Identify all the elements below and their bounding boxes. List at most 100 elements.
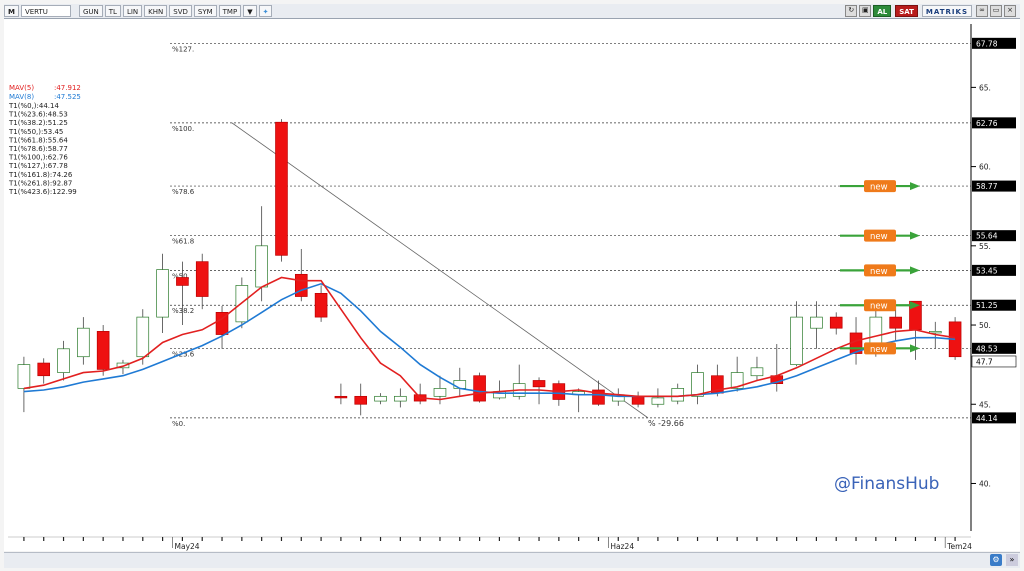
fib-legend-line: T1(%127,):67.78 <box>8 162 68 170</box>
candle-body[interactable] <box>691 372 704 397</box>
fib-legend-line: T1(%38.2):51.25 <box>8 119 68 127</box>
fib-price-box-label: 62.76 <box>976 119 998 128</box>
brand-label: MATRIKS <box>921 5 972 17</box>
toolbar-button-tmp[interactable]: TMP <box>218 5 242 17</box>
candle-body[interactable] <box>810 316 823 329</box>
candle-body[interactable] <box>473 375 486 402</box>
new-badge-label: new <box>870 302 888 312</box>
candle-body[interactable] <box>453 380 467 389</box>
chart-toolbar: M VERTU GUN TL LIN KHN SVD SYM TMP ▼ ✦ ↻… <box>4 4 1020 19</box>
mav5-legend-label: MAV(5) <box>9 84 34 92</box>
y-tick-label: 40. <box>979 479 991 488</box>
y-tick-label: 55. <box>979 242 991 251</box>
symbol-input[interactable]: VERTU <box>20 5 71 17</box>
candle-body[interactable] <box>96 331 110 370</box>
candle-body[interactable] <box>651 397 665 405</box>
candle-body[interactable] <box>255 245 268 288</box>
fib-price-box-label: 55.64 <box>976 232 998 241</box>
candle-body[interactable] <box>532 380 546 388</box>
candle-body[interactable] <box>37 362 51 377</box>
price-chart[interactable]: %127. 67.78 %100. 62.76 %78.6 58.77 %61.8 55.64… <box>4 19 1020 551</box>
fib-level-label: %78.6 <box>172 188 195 196</box>
candle-body[interactable] <box>156 269 169 318</box>
x-tick-label: Tem24 <box>946 542 972 551</box>
new-badge-label: new <box>870 232 888 242</box>
candle-body[interactable] <box>750 367 764 377</box>
mav8-legend-label: MAV(8) <box>9 93 34 101</box>
bird-icon[interactable]: ✦ <box>258 5 273 17</box>
fib-price-box-label: 44.14 <box>976 414 998 423</box>
candle-body[interactable] <box>374 395 387 402</box>
fib-legend-line: T1(%0,):44.14 <box>8 102 59 110</box>
new-badge-label: new <box>870 183 888 193</box>
candle-body[interactable] <box>195 261 209 297</box>
dropdown-arrow-icon[interactable]: ▼ <box>243 5 257 17</box>
fib-price-box-label: 51.25 <box>976 301 998 310</box>
candle-body[interactable] <box>889 316 902 329</box>
status-bar: ⚙ » <box>4 552 1020 568</box>
y-tick-label: 45. <box>979 400 991 409</box>
trend-line-label: % -29.66 <box>648 419 684 428</box>
expand-icon[interactable]: » <box>1006 554 1018 566</box>
candle-body[interactable] <box>433 388 447 397</box>
fib-legend-line: T1(%161.8):74.26 <box>8 171 73 179</box>
fib-legend-line: T1(%261.8):92.87 <box>8 179 72 187</box>
fib-legend-line: T1(%100,):62.76 <box>8 154 68 162</box>
toolbar-button-svd[interactable]: SVD <box>169 5 192 17</box>
watermark: @FinansHub <box>834 474 939 494</box>
candle-body[interactable] <box>17 364 31 389</box>
toolbar-button-lin[interactable]: LIN <box>122 5 143 17</box>
candle-body[interactable] <box>354 395 368 405</box>
candle-body[interactable] <box>314 292 328 318</box>
new-badge-label: new <box>870 345 888 355</box>
fib-level-label: %38.2 <box>172 307 194 315</box>
mav8-legend-value: :47.525 <box>54 93 81 101</box>
candle-body[interactable] <box>77 327 90 358</box>
buy-button[interactable]: AL <box>873 5 892 17</box>
new-badge-label: new <box>870 267 888 277</box>
x-tick-label: Haz24 <box>610 542 634 551</box>
lock-icon[interactable]: ▣ <box>859 5 872 17</box>
fib-price-box-label: 67.78 <box>976 39 998 48</box>
y-tick-label: 50. <box>979 321 991 330</box>
refresh-icon[interactable]: ↻ <box>845 5 858 17</box>
fib-level-label: %127. <box>172 45 194 53</box>
toolbar-right: ↻ ▣ AL SAT MATRIKS ∞ ▭ × <box>845 5 1016 17</box>
candle-body[interactable] <box>57 348 70 373</box>
settings-icon[interactable]: ⚙ <box>990 554 1002 566</box>
candle-body[interactable] <box>136 316 150 358</box>
m-button[interactable]: M <box>4 5 19 17</box>
close-icon[interactable]: × <box>1004 5 1016 17</box>
toolbar-button-sym[interactable]: SYM <box>193 5 217 17</box>
fib-legend-line: T1(%50,):53.45 <box>8 128 63 136</box>
mav5-legend-value: :47.912 <box>54 84 81 92</box>
sell-button[interactable]: SAT <box>895 5 918 17</box>
candle-body[interactable] <box>631 395 645 405</box>
candle-body[interactable] <box>275 121 288 256</box>
candle-body[interactable] <box>829 316 843 329</box>
candle-body[interactable] <box>294 273 308 297</box>
candle-body[interactable] <box>671 388 685 402</box>
fib-legend-line: T1(%78.6):58.77 <box>8 145 68 153</box>
toolbar-button-gun[interactable]: GUN <box>78 5 103 17</box>
link-icon[interactable]: ∞ <box>976 5 988 17</box>
candle-body[interactable] <box>790 316 803 365</box>
fib-legend-line: T1(%23.6):48.53 <box>8 111 68 119</box>
application-window: M VERTU GUN TL LIN KHN SVD SYM TMP ▼ ✦ ↻… <box>0 0 1024 571</box>
x-tick-label: May24 <box>175 542 200 551</box>
window-icon[interactable]: ▭ <box>990 5 1002 17</box>
y-tick-label: 65. <box>979 83 991 92</box>
fib-legend-line: T1(%423.6):122.99 <box>8 188 77 196</box>
fib-level-label: %100. <box>172 125 194 133</box>
toolbar-button-khn[interactable]: KHN <box>144 5 168 17</box>
candle-body[interactable] <box>176 277 189 286</box>
fib-level-label: %0. <box>172 420 185 428</box>
y-tick-label: 60. <box>979 163 991 172</box>
candle-body[interactable] <box>394 395 407 402</box>
fib-level-label: %61.8 <box>172 238 194 246</box>
last-price-label: 47.7 <box>976 357 993 366</box>
fib-price-box-label: 48.53 <box>976 344 998 353</box>
toolbar-button-tl[interactable]: TL <box>104 5 121 17</box>
candle-body[interactable] <box>334 395 348 399</box>
fib-price-box-label: 58.77 <box>976 182 998 191</box>
